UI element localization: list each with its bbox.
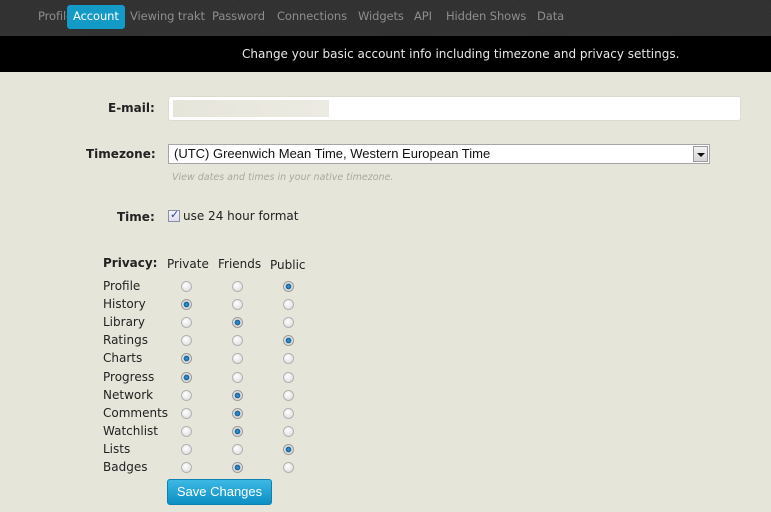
privacy-radio-watchlist-friends[interactable]: [232, 426, 243, 437]
privacy-label: Privacy:: [103, 256, 158, 270]
column-public: Public: [270, 258, 306, 272]
24-hour-checkbox[interactable]: [168, 208, 180, 222]
column-friends: Friends: [218, 257, 262, 271]
privacy-radio-network-public[interactable]: [283, 390, 294, 401]
tab-connections[interactable]: Connections: [271, 5, 353, 29]
tab-password[interactable]: Password: [206, 5, 271, 29]
privacy-radio-watchlist-private[interactable]: [181, 426, 192, 437]
banner-text: Change your basic account info including…: [242, 47, 680, 61]
24-hour-checkbox-label[interactable]: use 24 hour format: [183, 209, 298, 223]
privacy-radio-network-friends[interactable]: [232, 390, 243, 401]
privacy-row-label: Library: [103, 315, 145, 329]
privacy-row-label: History: [103, 297, 146, 311]
privacy-radio-ratings-public[interactable]: [283, 335, 294, 346]
privacy-row-label: Watchlist: [103, 424, 158, 438]
privacy-radio-charts-private[interactable]: [181, 353, 192, 364]
privacy-radio-badges-friends[interactable]: [232, 462, 243, 473]
privacy-row-label: Profile: [103, 279, 141, 293]
privacy-row-label: Badges: [103, 460, 148, 474]
privacy-row-label: Ratings: [103, 333, 148, 347]
privacy-radio-watchlist-public[interactable]: [283, 426, 294, 437]
privacy-radio-ratings-private[interactable]: [181, 335, 192, 346]
privacy-radio-comments-private[interactable]: [181, 408, 192, 419]
column-private: Private: [167, 257, 209, 271]
privacy-radio-lists-public[interactable]: [283, 444, 294, 455]
tab-account[interactable]: Account: [67, 5, 125, 29]
timezone-select[interactable]: (UTC) Greenwich Mean Time, Western Europ…: [168, 144, 710, 164]
privacy-radio-progress-friends[interactable]: [232, 372, 243, 383]
privacy-radio-profile-private[interactable]: [181, 281, 192, 292]
privacy-radio-profile-public[interactable]: [283, 281, 294, 292]
email-label: E-mail:: [108, 101, 155, 115]
privacy-radio-library-private[interactable]: [181, 317, 192, 328]
privacy-radio-badges-private[interactable]: [181, 462, 192, 473]
privacy-radio-charts-friends[interactable]: [232, 353, 243, 364]
privacy-radio-history-public[interactable]: [283, 299, 294, 310]
privacy-row-label: Network: [103, 388, 154, 402]
privacy-radio-ratings-friends[interactable]: [232, 335, 243, 346]
privacy-radio-network-private[interactable]: [181, 390, 192, 401]
tab-viewing-trakt[interactable]: Viewing trakt: [124, 5, 211, 29]
timezone-label: Timezone:: [86, 147, 156, 161]
timezone-selected-value: (UTC) Greenwich Mean Time, Western Europ…: [174, 146, 491, 161]
privacy-row-label: Lists: [103, 442, 131, 456]
privacy-radio-progress-private[interactable]: [181, 372, 192, 383]
save-changes-button[interactable]: Save Changes: [167, 479, 272, 505]
privacy-radio-history-friends[interactable]: [232, 299, 243, 310]
privacy-radio-lists-private[interactable]: [181, 444, 192, 455]
privacy-radio-charts-public[interactable]: [283, 353, 294, 364]
email-input[interactable]: [168, 96, 741, 121]
email-value-redacted: [173, 100, 329, 117]
privacy-radio-library-friends[interactable]: [232, 317, 243, 328]
privacy-row-label: Comments: [103, 406, 169, 420]
tab-hidden-shows[interactable]: Hidden Shows: [440, 5, 532, 29]
privacy-radio-library-public[interactable]: [283, 317, 294, 328]
top-navigation: Profile Account Viewing trakt Password C…: [0, 0, 771, 36]
tab-data[interactable]: Data: [531, 5, 570, 29]
privacy-radio-lists-friends[interactable]: [232, 444, 243, 455]
chevron-down-icon[interactable]: [693, 146, 708, 162]
privacy-radio-comments-public[interactable]: [283, 408, 294, 419]
privacy-radio-badges-public[interactable]: [283, 462, 294, 473]
info-banner: Change your basic account info including…: [0, 36, 771, 72]
privacy-radio-comments-friends[interactable]: [232, 408, 243, 419]
privacy-row-label: Charts: [103, 351, 143, 365]
tab-widgets[interactable]: Widgets: [352, 5, 410, 29]
privacy-radio-history-private[interactable]: [181, 299, 192, 310]
time-label: Time:: [117, 210, 155, 224]
privacy-radio-profile-friends[interactable]: [232, 281, 243, 292]
privacy-row-label: Progress: [103, 370, 155, 384]
tab-api[interactable]: API: [408, 5, 438, 29]
timezone-hint: View dates and times in your native time…: [172, 172, 394, 183]
privacy-radio-progress-public[interactable]: [283, 372, 294, 383]
